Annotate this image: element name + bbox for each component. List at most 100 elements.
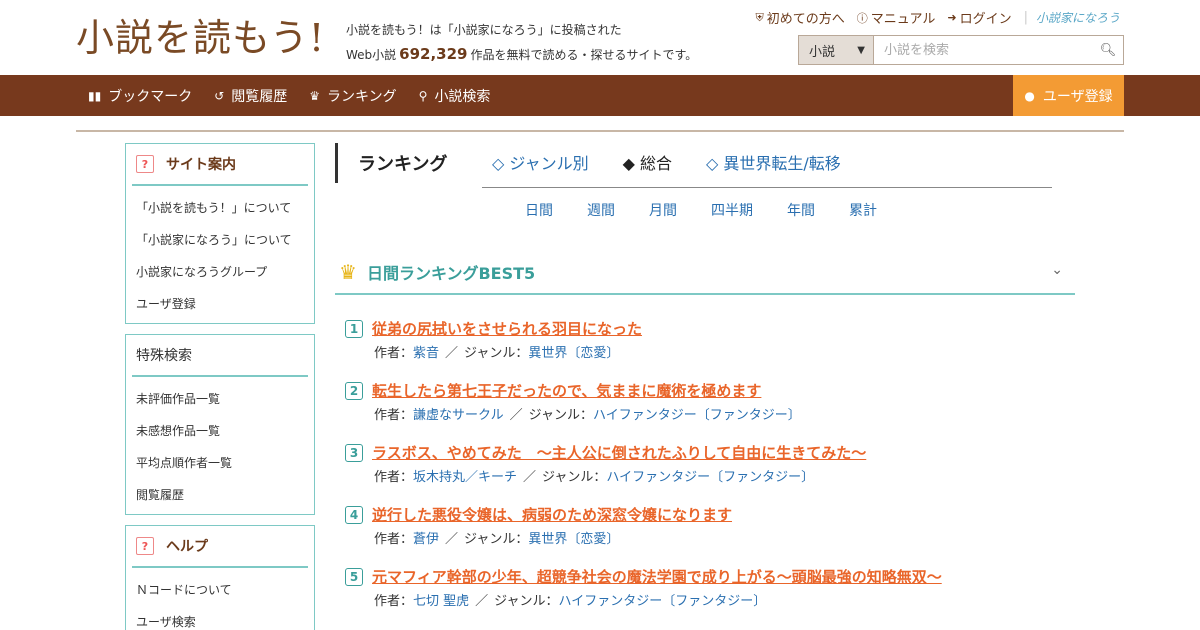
novel-meta: 作者：七切 聖虎 ／ ジャンル：ハイファンタジー〔ファンタジー〕 (374, 590, 766, 609)
login-link[interactable]: ➜ ログイン (947, 8, 1011, 27)
rank-number: 2 (345, 382, 363, 400)
site-guide-item[interactable]: 「小説家になろう」について (126, 224, 314, 256)
beginners-link[interactable]: ⛨ 初めての方へ (755, 8, 845, 28)
novel-title-link[interactable]: 従弟の尻拭いをさせられる羽目になった (372, 318, 642, 339)
beginners-label: 初めての方へ (766, 12, 845, 27)
period-monthly[interactable]: 月間 (649, 200, 677, 220)
search-input[interactable] (874, 36, 1093, 64)
register-label: ユーザ登録 (1042, 88, 1113, 105)
site-guide-heading: ? サイト案内 (132, 144, 308, 186)
site-header: 小説を読もう! 小説を読もう！は「小説家になろう」に投稿された Web小説 692… (0, 0, 1200, 75)
special-search-title: 特殊検索 (136, 348, 192, 364)
ranking-section-header[interactable]: ♛ 日間ランキングBEST5 ⌄ (335, 250, 1075, 295)
search-icon: 🔍︎ (1099, 42, 1117, 58)
novel-meta: 作者：紫音 ／ ジャンル：異世界〔恋愛〕 (374, 342, 619, 361)
author-label: 作者： (374, 470, 414, 485)
novel-title-link[interactable]: 逆行した悪役令嬢は、病弱のため深窓令嬢になります (372, 504, 732, 525)
rank-number: 3 (345, 444, 363, 462)
genre-label: ジャンル： (528, 408, 594, 423)
author-link[interactable]: 謙虚なサークル (413, 408, 504, 423)
genre-label: ジャンル： (464, 346, 529, 361)
novel-title-link[interactable]: ラスボス、やめてみた ～主人公に倒されたふりして自由に生きてみた～ (372, 442, 866, 463)
question-circle-icon: ⓘ (856, 11, 868, 25)
site-guide-box: ? サイト案内 「小説を読もう！」について 「小説家になろう」について 小説家に… (125, 143, 315, 324)
novel-count: 692,329 (399, 45, 468, 63)
help-list: Ｎコードについて ユーザ検索 (126, 568, 314, 630)
top-links: ⛨ 初めての方へ ⓘ マニュアル ➜ ログイン | 小説家になろう (743, 8, 1120, 27)
site-guide-title: サイト案内 (166, 157, 236, 173)
author-link[interactable]: 坂木持丸／キーチ (413, 470, 517, 485)
author-link[interactable]: 蒼伊 (413, 532, 439, 547)
bookmark-icon: ▮▮ (88, 88, 102, 103)
special-search-item[interactable]: 閲覧履歴 (126, 479, 314, 511)
chevron-down-icon[interactable]: ⌄ (1051, 262, 1063, 278)
search-type-value: 小説 (809, 44, 836, 60)
search-type-select[interactable]: 小説 ▼ (799, 36, 874, 64)
tab-isekai[interactable]: ◇ 異世界転生/転移 (706, 150, 841, 174)
crown-icon: ♛ (339, 259, 357, 284)
ranking-section-title: 日間ランキングBEST5 (366, 263, 536, 283)
user-icon: ● (1024, 88, 1035, 103)
help-box: ? ヘルプ Ｎコードについて ユーザ検索 (125, 525, 315, 630)
novel-title-link[interactable]: 転生したら第七王子だったので、気ままに魔術を極めます (372, 380, 761, 401)
period-daily[interactable]: 日間 (525, 200, 553, 220)
nav-ranking[interactable]: ♛ ランキング (298, 75, 407, 116)
period-yearly[interactable]: 年間 (787, 200, 815, 220)
author-label: 作者： (374, 594, 414, 609)
ranking-tabs: ◇ ジャンル別 ◆ 総合 ◇ 異世界転生/転移 (492, 150, 875, 174)
user-register-button[interactable]: ● ユーザ登録 (1013, 75, 1124, 116)
manual-link[interactable]: ⓘ マニュアル (856, 8, 936, 28)
main-nav: ▮▮ ブックマーク ↺ 閲覧履歴 ♛ ランキング ⚲ 小説検索 ● ユーザ登録 (0, 75, 1200, 116)
genre-link[interactable]: 異世界〔恋愛〕 (528, 346, 619, 361)
shield-icon: ⛨ (755, 10, 764, 24)
nav-bookmark-label: ブックマーク (108, 88, 193, 105)
meta-separator: ／ (509, 408, 523, 423)
nav-history[interactable]: ↺ 閲覧履歴 (203, 75, 298, 116)
genre-label: ジャンル： (494, 594, 559, 609)
author-link[interactable]: 紫音 (413, 346, 439, 361)
narou-brand-link[interactable]: 小説家になろう (1036, 9, 1120, 26)
novel-meta: 作者：蒼伊 ／ ジャンル：異世界〔恋愛〕 (374, 528, 619, 547)
history-icon: ↺ (214, 88, 225, 103)
genre-link[interactable]: ハイファンタジー〔ファンタジー〕 (593, 408, 801, 423)
login-icon: ➜ (947, 11, 957, 24)
tab-overall[interactable]: ◆ 総合 (623, 150, 672, 174)
rank-number: 4 (345, 506, 363, 524)
login-label: ログイン (959, 12, 1012, 27)
period-total[interactable]: 累計 (849, 200, 877, 220)
special-search-item[interactable]: 平均点順作者一覧 (126, 447, 314, 479)
help-item[interactable]: ユーザ検索 (126, 606, 314, 630)
nav-search[interactable]: ⚲ 小説検索 (408, 75, 502, 116)
nav-history-label: 閲覧履歴 (231, 88, 288, 105)
genre-link[interactable]: ハイファンタジー〔ファンタジー〕 (606, 470, 814, 485)
site-tagline: 小説を読もう！は「小説家になろう」に投稿された Web小説 692,329 作品を無… (346, 18, 746, 67)
site-guide-list: 「小説を読もう！」について 「小説家になろう」について 小説家になろうグループ … (126, 186, 314, 320)
special-search-list: 未評価作品一覧 未感想作品一覧 平均点順作者一覧 閲覧履歴 (126, 377, 314, 511)
novel-title-link[interactable]: 元マフィア幹部の少年、超競争社会の魔法学園で成り上がる～頭脳最強の知略無双～ (372, 566, 942, 587)
period-links: 日間 週間 月間 四半期 年間 累計 (525, 200, 911, 220)
genre-label: ジャンル： (464, 532, 529, 547)
special-search-item[interactable]: 未評価作品一覧 (126, 383, 314, 415)
meta-separator: ／ (523, 470, 537, 485)
meta-separator: ／ (445, 532, 459, 547)
nav-search-label: 小説検索 (434, 88, 491, 105)
search-button[interactable]: 🔍︎ (1093, 36, 1123, 64)
site-guide-item[interactable]: 「小説を読もう！」について (126, 192, 314, 224)
nav-bookmark[interactable]: ▮▮ ブックマーク (77, 75, 203, 116)
site-logo[interactable]: 小説を読もう! (76, 14, 325, 62)
question-icon: ? (136, 155, 154, 173)
period-quarterly[interactable]: 四半期 (711, 200, 753, 220)
genre-link[interactable]: ハイファンタジー〔ファンタジー〕 (559, 594, 767, 609)
tagline-prefix: Web小説 (346, 48, 397, 62)
search-bar: 小説 ▼ 🔍︎ (798, 35, 1124, 65)
special-search-item[interactable]: 未感想作品一覧 (126, 415, 314, 447)
special-search-box: 特殊検索 未評価作品一覧 未感想作品一覧 平均点順作者一覧 閲覧履歴 (125, 334, 315, 515)
author-label: 作者： (374, 532, 414, 547)
site-guide-item[interactable]: 小説家になろうグループ (126, 256, 314, 288)
tab-genre[interactable]: ◇ ジャンル別 (492, 150, 589, 174)
period-weekly[interactable]: 週間 (587, 200, 615, 220)
author-link[interactable]: 七切 聖虎 (413, 594, 469, 609)
site-guide-item[interactable]: ユーザ登録 (126, 288, 314, 320)
genre-link[interactable]: 異世界〔恋愛〕 (528, 532, 619, 547)
help-item[interactable]: Ｎコードについて (126, 574, 314, 606)
